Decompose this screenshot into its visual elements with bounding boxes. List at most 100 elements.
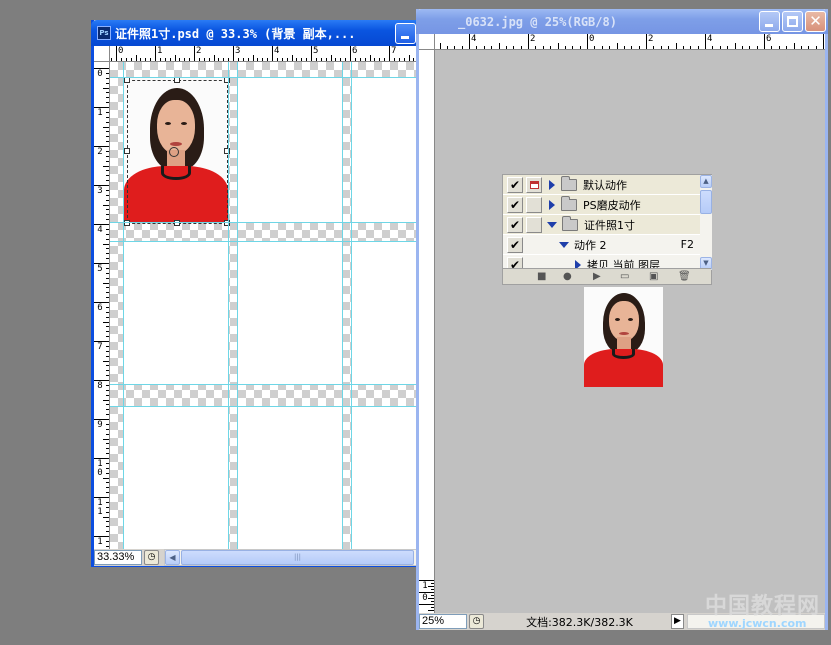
dialog-toggle[interactable] <box>526 216 542 233</box>
delete-icon[interactable]: 🗑 <box>678 272 691 282</box>
transform-handle[interactable] <box>174 220 180 226</box>
portrait-photo-source[interactable] <box>584 287 663 387</box>
ruler-tick <box>106 307 109 308</box>
ruler-tick <box>106 195 109 196</box>
ruler-tick <box>106 268 109 269</box>
ruler-vertical-main[interactable]: 0 1 2 3 4 5 6 7 8 9 1 0 1 1 1 <box>94 62 110 549</box>
canvas-main[interactable] <box>110 62 448 549</box>
ruler-label: 8 <box>97 381 103 391</box>
minimize-button-second[interactable] <box>759 11 780 32</box>
action-row[interactable]: ✔ 证件照1寸 <box>503 215 700 235</box>
guide-vertical[interactable] <box>351 62 352 549</box>
document-window-second[interactable]: Ps _0632.jpg @ 25%(RGB/8) ✕ 420246 10 25… <box>416 9 828 630</box>
ruler-tick <box>543 46 544 49</box>
ruler-label: 1 0 <box>97 459 109 478</box>
transform-handle[interactable] <box>224 148 230 154</box>
guide-vertical[interactable] <box>228 62 229 549</box>
transform-center-point[interactable] <box>169 147 179 157</box>
scroll-up-button[interactable]: ▲ <box>700 175 712 188</box>
guide-vertical[interactable] <box>237 62 238 549</box>
close-button-second[interactable]: ✕ <box>805 11 826 32</box>
ruler-tick <box>668 46 669 49</box>
expand-triangle-right-icon[interactable] <box>549 179 555 190</box>
action-toggle-checkbox[interactable]: ✔ <box>507 176 523 193</box>
ruler-tick <box>454 46 455 49</box>
ruler-tick <box>447 46 448 49</box>
ruler-tick <box>572 46 573 49</box>
play-icon[interactable]: ▶ <box>593 272 601 282</box>
scroll-left-button[interactable]: ◀ <box>165 550 180 565</box>
horizontal-scrollbar-main[interactable]: ◀ ||| ▶ <box>164 549 432 566</box>
guide-vertical[interactable] <box>123 62 124 549</box>
action-toggle-checkbox[interactable]: ✔ <box>507 216 523 233</box>
guide-horizontal[interactable] <box>110 384 448 385</box>
ruler-origin[interactable] <box>419 34 435 50</box>
scroll-thumb-horizontal[interactable]: ||| <box>181 550 414 565</box>
ruler-tick <box>431 601 434 602</box>
ruler-tick <box>404 58 405 61</box>
action-toggle-checkbox[interactable]: ✔ <box>507 196 523 213</box>
action-toggle-checkbox[interactable]: ✔ <box>507 236 523 253</box>
maximize-button-second[interactable] <box>782 11 803 32</box>
navigator-icon[interactable]: ◷ <box>469 614 484 629</box>
navigator-icon[interactable]: ◷ <box>144 550 159 565</box>
canvas-area-second[interactable] <box>435 50 825 613</box>
ruler-tick <box>484 46 485 49</box>
ruler-tick <box>106 287 109 288</box>
transform-handle[interactable] <box>124 148 130 154</box>
ruler-horizontal-main[interactable]: 012345678 <box>110 46 448 62</box>
record-icon[interactable]: ● <box>563 272 572 282</box>
ruler-tick <box>106 122 109 123</box>
expand-triangle-down-icon[interactable] <box>547 221 557 228</box>
ruler-vertical-second[interactable]: 10 <box>419 50 435 613</box>
ruler-tick <box>106 336 109 337</box>
guide-horizontal[interactable] <box>110 222 448 223</box>
guide-horizontal[interactable] <box>110 406 448 407</box>
ruler-tick <box>106 326 109 327</box>
new-action-icon[interactable]: ▣ <box>649 272 658 282</box>
ruler-tick <box>272 46 273 61</box>
status-menu-arrow-icon[interactable]: ▶ <box>671 614 684 629</box>
minimize-button-main[interactable] <box>395 22 416 44</box>
ruler-horizontal-second[interactable]: 4 2 0 2 4 6 <box>435 34 825 50</box>
ruler-origin[interactable] <box>94 46 110 62</box>
ruler-tick <box>106 170 109 171</box>
ruler-tick <box>379 58 380 61</box>
new-set-icon[interactable]: ▭ <box>620 272 629 282</box>
guide-horizontal[interactable] <box>110 241 448 242</box>
ruler-tick <box>106 385 109 386</box>
ruler-tick <box>360 58 361 61</box>
ruler-tick <box>103 166 109 167</box>
action-row[interactable]: ✔ 默认动作 <box>503 175 700 195</box>
actions-panel[interactable]: ✔ 默认动作 ✔ PS磨皮动作 ✔ 证件照1寸 ✔ 动作 2 F2 ✔ 拷贝 当前 图层 ▲ ▼ ■… <box>502 174 712 285</box>
transform-handle[interactable] <box>224 220 230 226</box>
guide-horizontal[interactable] <box>110 77 448 78</box>
ruler-tick <box>106 473 109 474</box>
guide-vertical[interactable] <box>342 62 343 549</box>
zoom-level-field[interactable]: 33.33% <box>94 550 142 565</box>
actions-scroll-thumb[interactable] <box>700 190 712 214</box>
ruler-tick <box>106 292 109 293</box>
transform-handle[interactable] <box>124 220 130 226</box>
zoom-level-field[interactable]: 25% <box>419 614 467 629</box>
title-bar-main[interactable]: Ps 证件照1寸.psd @ 33.3% (背景 副本,... ✕ <box>91 20 464 46</box>
ruler-tick <box>624 46 625 49</box>
ruler-tick <box>257 58 258 61</box>
expand-triangle-down-icon[interactable] <box>559 241 569 248</box>
ruler-tick <box>106 151 109 152</box>
actions-scrollbar[interactable]: ▲ ▼ <box>700 175 712 270</box>
action-row[interactable]: ✔ 动作 2 F2 <box>503 235 700 255</box>
ruler-tick <box>103 322 109 323</box>
action-row[interactable]: ✔ PS磨皮动作 <box>503 195 700 215</box>
ruler-tick <box>106 541 109 542</box>
dialog-toggle[interactable] <box>526 176 542 193</box>
document-window-main[interactable]: Ps 证件照1寸.psd @ 33.3% (背景 副本,... ✕ 0 1 2 3 4 5… <box>91 20 465 567</box>
ruler-tick <box>106 234 109 235</box>
ruler-tick <box>296 58 297 61</box>
expand-triangle-right-icon[interactable] <box>549 199 555 210</box>
title-bar-second[interactable]: Ps _0632.jpg @ 25%(RGB/8) ✕ <box>416 9 828 34</box>
stop-icon[interactable]: ■ <box>537 272 546 282</box>
portrait-mouth <box>170 142 182 146</box>
dialog-toggle[interactable] <box>526 196 542 213</box>
ruler-tick <box>155 46 156 61</box>
